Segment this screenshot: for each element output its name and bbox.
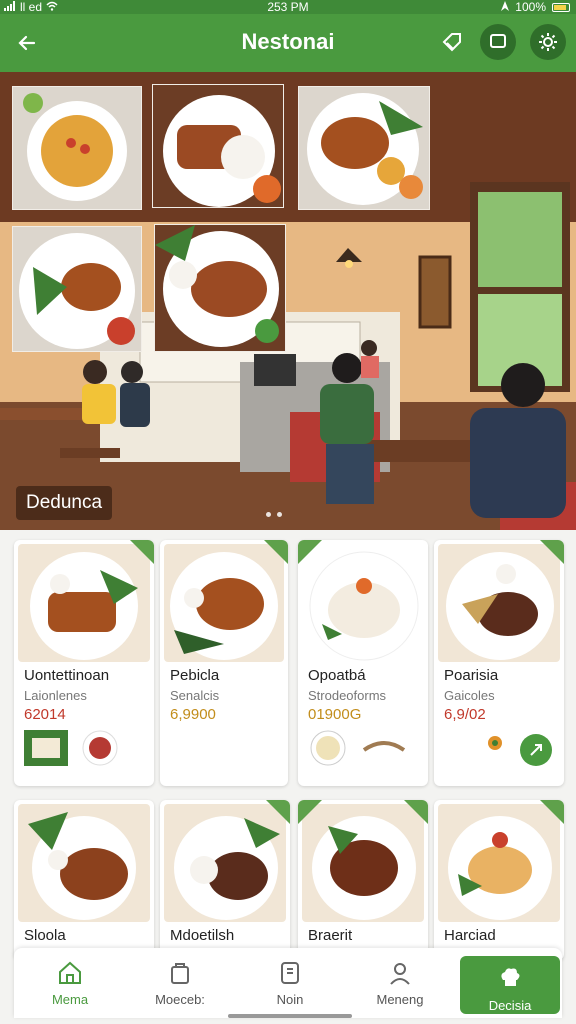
nav-item-main[interactable]: Noin <box>240 948 340 1018</box>
dish-name: Pebicla <box>170 667 220 684</box>
nav-item-account[interactable]: Meneng <box>350 948 450 1018</box>
dish-photo-tile[interactable] <box>152 84 284 208</box>
dish-price: 6,9900 <box>170 706 216 723</box>
nav-label: Meneng <box>376 992 424 1007</box>
dish-photo-tile[interactable] <box>298 86 430 210</box>
battery-icon <box>552 2 570 12</box>
dish-image <box>18 804 150 922</box>
corner-badge <box>404 800 428 824</box>
corner-badge <box>540 800 564 824</box>
hero-caption: Dedunca <box>16 486 113 520</box>
corner-badge <box>298 800 322 824</box>
dish-card[interactable]: Braerit <box>298 800 428 960</box>
status-time: 253 PM <box>267 0 309 14</box>
settings-button[interactable] <box>530 24 566 60</box>
share-button[interactable] <box>480 24 516 60</box>
dish-price: 62014 <box>24 706 66 723</box>
nav-label: Mema <box>51 992 89 1007</box>
roast-chicken-image <box>299 87 429 209</box>
side-dish-thumb[interactable] <box>24 730 68 771</box>
dish-card[interactable]: Pebicla Senalcis 6,9900 <box>160 540 288 786</box>
tag-button[interactable] <box>434 24 470 60</box>
status-bar: ll ed 253 PM 100% <box>0 0 576 14</box>
bottom-navigation: Mema Moeceb: Noin Meneng Decisia <box>14 948 562 1018</box>
dish-card[interactable]: Harciad <box>434 800 564 960</box>
nav-item-decisia[interactable]: Decisia <box>460 956 560 1014</box>
check-arrow-icon <box>530 744 542 756</box>
tag-icon <box>442 33 461 52</box>
carousel-indicator[interactable] <box>266 512 282 517</box>
location-icon <box>501 0 510 14</box>
dish-name: Mdoetilsh <box>170 927 235 944</box>
sauce-bowl-thumb[interactable] <box>308 730 348 771</box>
corner-badge <box>264 540 288 564</box>
square-icon <box>490 34 506 48</box>
chicken-salad-image <box>13 227 141 351</box>
pasta-plate-image <box>13 87 141 209</box>
corner-badge <box>130 540 154 564</box>
dish-subtitle: Gaicoles <box>444 688 495 703</box>
bag-icon <box>171 963 189 984</box>
receipt-icon <box>281 962 299 984</box>
dish-subtitle: Strodeoforms <box>308 688 387 703</box>
dish-name: Poarisia <box>444 667 499 684</box>
dish-card[interactable]: Opoatbá Strodeoforms 01900G <box>298 540 428 786</box>
dish-photo-tile[interactable] <box>12 226 142 352</box>
carousel-dot[interactable] <box>266 512 271 517</box>
dish-card[interactable]: Uontettinoan Laionlenes 62014 <box>14 540 154 786</box>
nav-label: Moeceb: <box>155 992 205 1007</box>
dish-card[interactable]: Poarisia Gaicoles 6,9/02 <box>434 540 564 786</box>
noodle-thumb[interactable] <box>360 730 408 771</box>
dish-name: Braerit <box>308 927 353 944</box>
chef-hat-icon <box>501 968 520 986</box>
corner-badge <box>540 540 564 564</box>
dish-name: Sloola <box>24 927 66 944</box>
nav-label: Noin <box>276 992 304 1007</box>
app-screen: ll ed 253 PM 100% Nestonai Dedunca Uonte… <box>0 0 576 1024</box>
dish-subtitle: Senalcis <box>170 688 220 703</box>
home-icon <box>59 961 81 984</box>
person-icon <box>390 963 410 985</box>
nav-item-orders[interactable]: Moeceb: <box>130 948 230 1018</box>
grilled-meat-rice-image <box>153 85 283 207</box>
dish-price: 01900G <box>308 706 362 723</box>
corner-badge <box>266 800 290 824</box>
dish-name: Uontettinoan <box>24 667 110 684</box>
corner-badge <box>298 540 322 564</box>
battery-percent: 100% <box>515 0 546 14</box>
app-bar: Nestonai <box>0 14 576 72</box>
dish-photo-tile[interactable] <box>154 224 286 352</box>
dish-subtitle: Laionlenes <box>24 688 87 703</box>
nav-item-menu[interactable]: Mema <box>20 948 120 1018</box>
dish-name: Harciad <box>444 927 496 944</box>
restaurant-hero-image[interactable]: Dedunca <box>0 72 576 530</box>
dish-photo-tile[interactable] <box>12 86 142 210</box>
dish-name: Opoatbá <box>308 667 366 684</box>
dish-card[interactable]: Sloola <box>14 800 154 960</box>
dish-price: 6,9/02 <box>444 706 486 723</box>
carousel-dot[interactable] <box>277 512 282 517</box>
gear-icon <box>539 33 557 51</box>
add-to-cart-button[interactable] <box>520 734 552 766</box>
home-indicator[interactable] <box>228 1014 352 1018</box>
chicken-plate-image <box>155 225 285 351</box>
sauce-thumb[interactable] <box>80 730 120 771</box>
nav-label: Decisia <box>488 998 532 1013</box>
spice-icon <box>486 734 504 757</box>
dish-card[interactable]: Mdoetilsh <box>160 800 290 960</box>
